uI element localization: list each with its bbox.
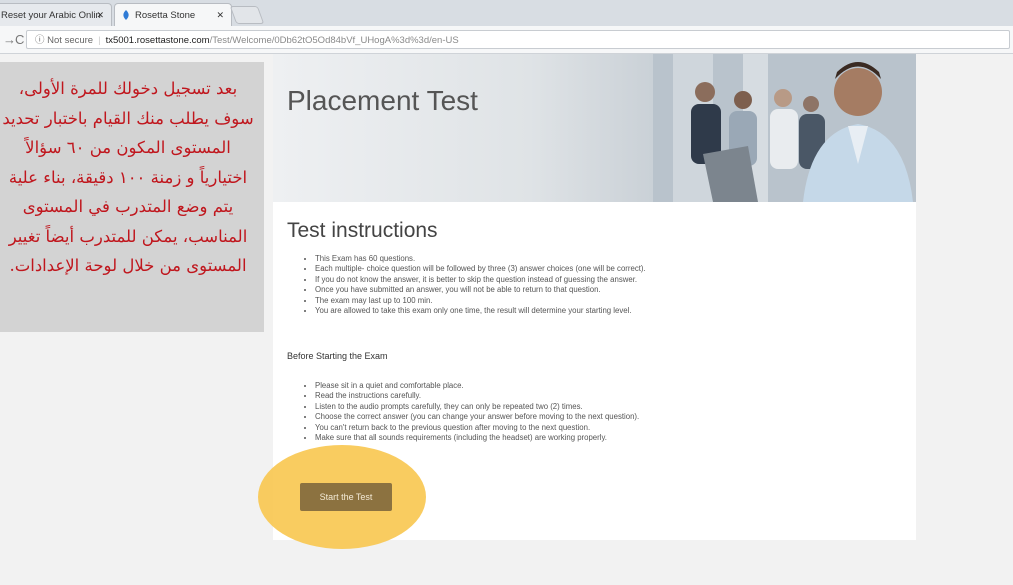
tab-reset-arabic[interactable]: Reset your Arabic Onlin ✕ <box>0 3 112 26</box>
close-tab-icon[interactable]: ✕ <box>96 4 104 27</box>
list-item: You can't return back to the previous qu… <box>315 423 639 433</box>
list-item: The exam may last up to 100 min. <box>315 296 646 306</box>
list-item: Read the instructions carefully. <box>315 391 639 401</box>
before-starting-list: Please sit in a quiet and comfortable pl… <box>295 381 639 443</box>
start-test-button[interactable]: Start the Test <box>300 483 392 511</box>
list-item: Choose the correct answer (you can chang… <box>315 412 639 422</box>
list-item: You are allowed to take this exam only o… <box>315 306 646 316</box>
instructions-list: This Exam has 60 questions. Each multipl… <box>295 254 646 316</box>
address-bar[interactable]: ⓘ Not secure | tx5001.rosettastone.com/Tes… <box>26 30 1010 49</box>
browser-tab-strip: Reset your Arabic Onlin ✕ Rosetta Stone … <box>0 0 1013 26</box>
hero-banner: Placement Test <box>273 54 916 202</box>
tab-label: Rosetta Stone <box>135 10 196 21</box>
new-tab-button[interactable] <box>229 6 265 24</box>
list-item: If you do not know the answer, it is bet… <box>315 275 646 285</box>
info-icon[interactable]: ⓘ <box>35 35 45 46</box>
url-host: tx5001.rosettastone.com <box>105 35 210 46</box>
tab-rosetta-stone[interactable]: Rosetta Stone ✕ <box>114 3 232 26</box>
list-item: Each multiple- choice question will be f… <box>315 264 646 274</box>
list-item: Please sit in a quiet and comfortable pl… <box>315 381 639 391</box>
security-label: Not secure <box>47 35 94 46</box>
business-people-photo <box>653 54 916 202</box>
browser-toolbar: → C ⓘ Not secure | tx5001.rosettastone.com… <box>0 26 1013 54</box>
list-item: This Exam has 60 questions. <box>315 254 646 264</box>
before-starting-heading: Before Starting the Exam <box>287 351 388 361</box>
close-tab-icon[interactable]: ✕ <box>216 4 224 27</box>
list-item: Once you have submitted an answer, you w… <box>315 285 646 295</box>
list-item: Make sure that all sounds requirements (… <box>315 433 639 443</box>
page-title: Placement Test <box>287 84 478 116</box>
tab-label: Reset your Arabic Onlin <box>1 10 101 21</box>
reload-icon[interactable]: C <box>15 32 24 47</box>
arabic-overlay-note: بعد تسجيل دخولك للمرة الأولى، سوف يطلب م… <box>0 62 264 332</box>
rosetta-favicon-icon <box>123 10 129 21</box>
list-item: Listen to the audio prompts carefully, t… <box>315 402 639 412</box>
page-body: بعد تسجيل دخولك للمرة الأولى، سوف يطلب م… <box>0 54 1013 585</box>
test-instructions-heading: Test instructions <box>287 219 438 242</box>
omnibox-divider: | <box>98 35 101 46</box>
url-path: /Test/Welcome/0Db62tO5Od84bVf_UHogA%3d%3… <box>209 35 459 46</box>
